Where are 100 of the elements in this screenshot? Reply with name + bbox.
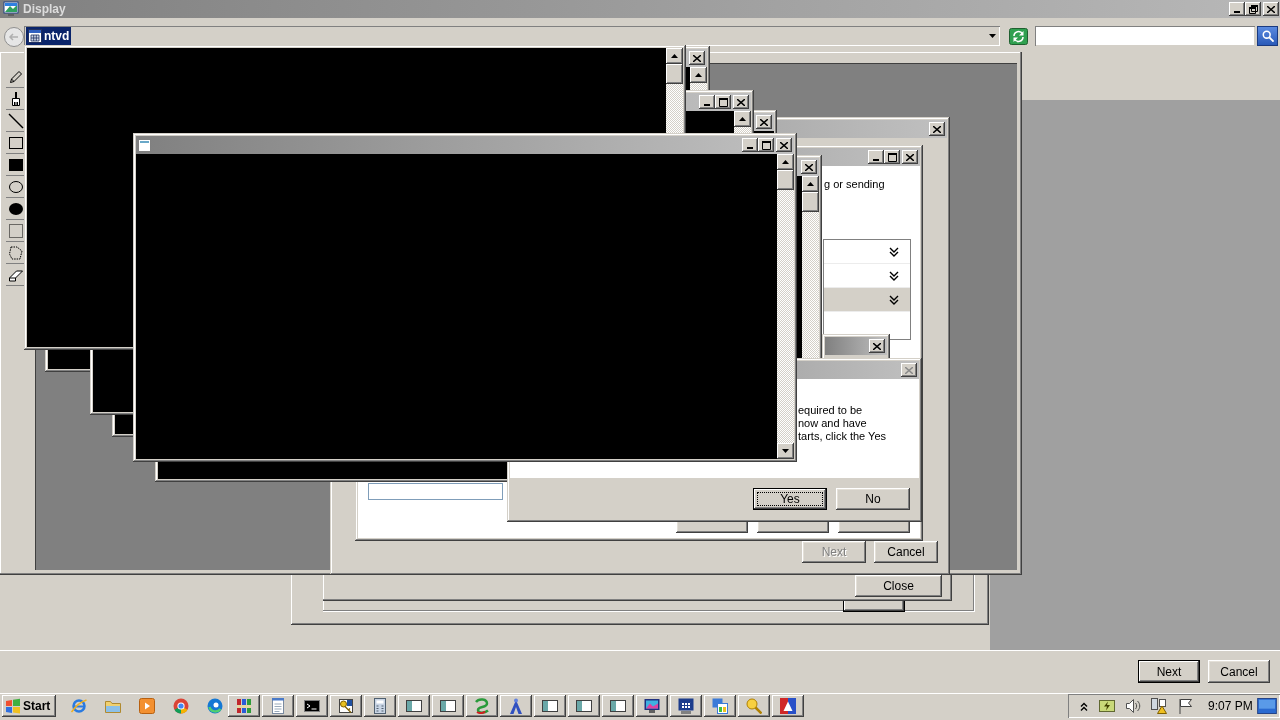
close-icon [737,98,745,106]
console-icon [28,29,42,43]
taskbar-button[interactable] [398,695,430,717]
taskbar-button[interactable] [296,695,328,717]
close-button[interactable] [902,150,918,164]
browser-icon[interactable] [71,698,87,714]
scroll-thumb[interactable] [666,64,683,84]
clock[interactable]: 9:07 PM [1208,699,1253,713]
flag-icon[interactable] [1177,698,1193,714]
scroll-up-button[interactable] [666,48,683,64]
dialog-text: g or sending [824,178,886,191]
taskbar-button[interactable] [534,695,566,717]
caret-icon[interactable] [989,34,996,38]
taskbar-button[interactable] [772,695,804,717]
refresh-icon[interactable] [1009,28,1028,45]
close-icon [873,342,881,350]
close-button[interactable] [689,51,705,65]
close-button[interactable] [929,122,945,136]
battery-icon[interactable] [1099,700,1115,712]
up-arrow-icon [739,117,746,121]
taskbar-button[interactable] [738,695,770,717]
close-icon [805,163,813,171]
start-button[interactable]: Start [2,695,56,717]
pencil-icon[interactable] [8,68,24,85]
scroll-down-button[interactable] [777,443,794,459]
window-icon [138,138,151,152]
taskbar-button[interactable] [670,695,702,717]
list-row[interactable] [824,288,910,312]
close-button[interactable] [756,115,772,129]
taskbar-button[interactable] [330,695,362,717]
speaker-icon[interactable] [1125,698,1141,714]
address-field[interactable]: ntvd [24,26,1000,46]
yes-button[interactable]: Yes [753,487,827,510]
window-title: Display [23,1,66,17]
scroll-up-button[interactable] [777,154,794,170]
close-button[interactable] [776,138,792,152]
window-icon [576,698,592,714]
close-button[interactable] [801,160,817,174]
free-select-icon[interactable] [8,244,24,261]
maximize-button[interactable] [758,138,774,152]
taskbar-button[interactable] [568,695,600,717]
close-icon [933,125,941,133]
desktop-icon[interactable] [1257,698,1277,714]
input-field[interactable] [368,483,503,500]
filled-ellipse-icon[interactable] [8,200,24,217]
taskbar-button[interactable] [602,695,634,717]
scroll-up-button[interactable] [690,67,707,83]
taskbar-button[interactable] [704,695,736,717]
down-arrow-icon [782,449,789,453]
rectangle-icon[interactable] [8,134,24,151]
minimize-button[interactable] [742,138,758,152]
up-arrow-icon [807,182,814,186]
close-button[interactable] [869,339,885,353]
minimize-button[interactable] [868,150,884,164]
line-icon[interactable] [8,112,24,129]
cancel-button[interactable]: Cancel [874,541,938,563]
minimize-button[interactable] [1229,2,1245,16]
chevron-up-icon[interactable] [1080,701,1088,711]
taskbar-button[interactable] [500,695,532,717]
rectangle-select-icon[interactable] [8,222,24,239]
close-button[interactable] [1263,2,1279,16]
search-button[interactable] [1257,26,1278,46]
archive-icon [236,698,252,714]
magnifier-icon [746,698,762,714]
taskbar-button[interactable] [466,695,498,717]
maximize-button[interactable] [715,95,731,109]
up-arrow-icon [671,54,678,58]
browser-icon[interactable] [207,698,223,714]
close-button[interactable]: Close [855,575,942,597]
cancel-button[interactable]: Cancel [1208,660,1270,683]
next-button[interactable]: Next [1138,660,1200,683]
close-button[interactable] [733,95,749,109]
scroll-thumb[interactable] [777,170,794,190]
minimize-button[interactable] [699,95,715,109]
network-warning-icon[interactable] [1151,698,1167,714]
taskbar-button[interactable] [228,695,260,717]
taskbar-button[interactable] [364,695,396,717]
scroll-up-button[interactable] [802,176,819,192]
ellipse-icon[interactable] [8,178,24,195]
browser-icon[interactable] [173,698,189,714]
play-icon[interactable] [139,698,155,714]
scrollbar[interactable] [777,154,794,459]
search-icon [1261,30,1274,42]
no-button[interactable]: No [836,487,910,510]
maximize-button[interactable] [884,150,900,164]
maximize-icon [887,152,897,162]
taskbar-button[interactable] [432,695,464,717]
search-field[interactable] [1035,26,1255,46]
filled-rectangle-icon[interactable] [8,156,24,173]
swirl-icon [474,698,490,714]
notepad-icon [270,698,286,714]
monitor-icon [3,1,19,17]
window-icon [610,698,626,714]
scroll-thumb[interactable] [802,192,819,212]
window-icon [440,698,456,714]
restore-icon [1248,4,1258,14]
restore-button[interactable] [1245,2,1261,16]
taskbar-button[interactable] [262,695,294,717]
scroll-up-button[interactable] [734,111,751,127]
taskbar-button[interactable] [636,695,668,717]
